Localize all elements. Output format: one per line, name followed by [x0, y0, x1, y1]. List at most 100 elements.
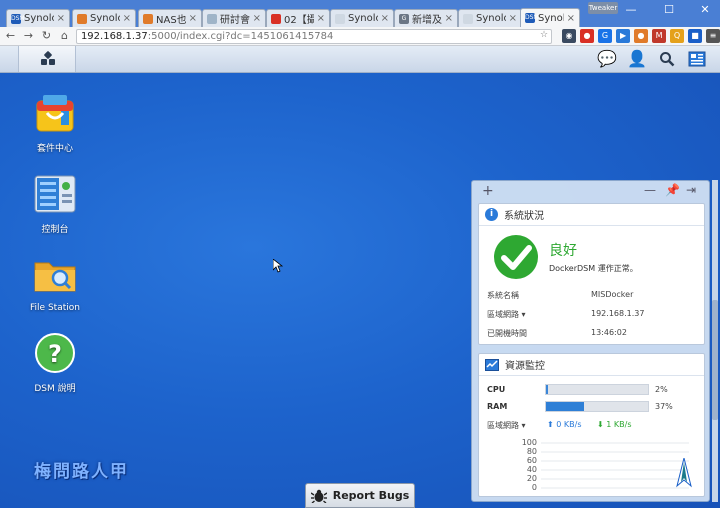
tab-close-icon[interactable]: ×: [253, 13, 261, 24]
tab-close-icon[interactable]: ×: [189, 13, 197, 24]
tab-close-icon[interactable]: ×: [57, 13, 65, 24]
forward-button[interactable]: →: [21, 28, 36, 44]
system-name-label: 系統名稱: [487, 291, 519, 300]
tab-label: Synolog: [476, 13, 506, 24]
resource-monitor-header: 資源監控: [479, 354, 704, 376]
widget-scrollbar[interactable]: [710, 180, 720, 502]
system-name-value: MISDocker: [591, 290, 634, 299]
close-window-button[interactable]: ✕: [692, 2, 718, 18]
cpu-bar-fill: [546, 385, 549, 394]
profile-badge[interactable]: Tweaker: [588, 2, 618, 14]
monitor-icon: [485, 358, 499, 371]
back-button[interactable]: ←: [3, 28, 18, 44]
health-status-text: 良好: [549, 243, 577, 259]
tab-label: Synology: [538, 12, 564, 24]
notification-icon[interactable]: 💬: [596, 49, 618, 69]
desktop-icon-file-station[interactable]: File Station: [10, 253, 100, 313]
address-bar[interactable]: 192.168.1.37:5000/index.cgi?dc=145106141…: [75, 28, 553, 44]
network-dropdown[interactable]: 區域網路 ▾: [487, 420, 526, 431]
tab-favicon-icon: DSM: [525, 13, 539, 23]
chart-tick-label: 80: [526, 447, 537, 456]
main-menu-icon: [41, 50, 55, 66]
maximize-button[interactable]: ☐: [656, 2, 682, 18]
spinner-logo-icon: [676, 458, 692, 488]
system-health-header: i 系統狀況: [479, 204, 704, 226]
lan-dropdown[interactable]: 區域網路 ▾: [487, 309, 526, 320]
browser-tab-strip: Tweaker — ☐ ✕ DSMSynology×Synolog×NAS也可×…: [0, 0, 720, 27]
ext-4-icon[interactable]: ▶: [616, 29, 631, 43]
main-menu-button[interactable]: [18, 46, 76, 72]
widget-toolbar: + — 📌 ⇥: [472, 181, 709, 201]
browser-tab[interactable]: NAS也可×: [138, 9, 202, 27]
tab-close-icon[interactable]: ×: [381, 13, 389, 24]
desktop-icon-dsm-help[interactable]: ? DSM 說明: [10, 331, 100, 394]
ram-bar-fill: [546, 402, 584, 411]
download-rate: ⬇ 1 KB/s: [597, 420, 631, 429]
tab-label: NAS也可: [156, 15, 186, 26]
uptime-label: 已開機時間: [487, 329, 527, 338]
mouse-cursor-icon: [273, 259, 283, 273]
desktop-icon-package-center[interactable]: 套件中心: [10, 91, 100, 154]
system-health-card: i 系統狀況 良好 DockerDSM 運作正常。 系統名稱 MISDocker…: [478, 203, 705, 345]
browser-tab[interactable]: 02【攝影×: [266, 9, 330, 27]
tab-favicon-icon: [335, 13, 345, 24]
ext-5-icon[interactable]: ●: [634, 29, 649, 43]
reload-button[interactable]: ↻: [39, 28, 54, 44]
ext-8-icon[interactable]: ■: [688, 29, 703, 43]
browser-tab[interactable]: G新增及刪×: [394, 9, 458, 27]
bookmark-star-icon[interactable]: ☆: [540, 30, 548, 40]
ext-7-icon[interactable]: Q: [670, 29, 685, 43]
minimize-widgets-button[interactable]: —: [644, 183, 656, 197]
ext-2-icon[interactable]: ●: [580, 29, 595, 43]
minimize-button[interactable]: —: [618, 2, 644, 18]
desktop-icon-control-panel[interactable]: 控制台: [10, 172, 100, 235]
resource-monitor-card: 資源監控 CPU 2% RAM 37% 區域網路 ▾ ⬆ 0 KB/s ⬇ 1 …: [478, 353, 705, 497]
report-bugs-button[interactable]: Report Bugs: [305, 483, 415, 508]
browser-tab[interactable]: DSMSynology×: [520, 8, 580, 27]
widgets-toggle-icon[interactable]: [686, 49, 708, 69]
file-station-icon: [33, 253, 77, 297]
add-widget-button[interactable]: +: [482, 183, 494, 199]
address-path: :5000/index.cgi?dc=1451061415784: [147, 30, 334, 42]
home-button[interactable]: ⌂: [57, 28, 72, 44]
network-chart: [541, 442, 689, 489]
tab-close-icon[interactable]: ×: [445, 13, 453, 24]
ext-1-icon[interactable]: ◉: [562, 29, 577, 43]
ext-9-icon[interactable]: ≡: [706, 29, 720, 43]
tab-close-icon[interactable]: ×: [567, 13, 575, 24]
uptime-value: 13:46:02: [591, 328, 627, 337]
tab-close-icon[interactable]: ×: [317, 13, 325, 24]
browser-tab[interactable]: Synolog×: [458, 9, 522, 27]
package-center-icon: [33, 91, 77, 135]
tab-label: Synology: [24, 13, 54, 24]
tab-label: 研討會刪: [220, 15, 250, 26]
control-panel-icon: [33, 172, 77, 216]
collapse-widgets-button[interactable]: ⇥: [686, 183, 696, 197]
ram-value: 37%: [655, 402, 673, 411]
tab-favicon-icon: [143, 13, 153, 24]
browser-tab[interactable]: DSMSynology×: [6, 9, 70, 27]
desktop-icon-label: 套件中心: [36, 144, 73, 154]
download-rate-value: 1 KB/s: [606, 420, 632, 429]
chart-tick-label: 20: [526, 474, 537, 483]
desktop-icon-label: 控制台: [41, 225, 69, 235]
browser-tab[interactable]: 研討會刪×: [202, 9, 266, 27]
tab-close-icon[interactable]: ×: [123, 13, 131, 24]
desktop-icon-label: File Station: [30, 303, 80, 313]
ram-label: RAM: [487, 402, 508, 411]
tab-close-icon[interactable]: ×: [509, 13, 517, 24]
tab-label: Synolog: [348, 13, 378, 24]
help-icon: ?: [33, 331, 77, 375]
ext-6-icon[interactable]: M: [652, 29, 667, 43]
browser-tab[interactable]: Synolog×: [330, 9, 394, 27]
info-icon: i: [485, 208, 498, 221]
upload-rate: ⬆ 0 KB/s: [547, 420, 581, 429]
user-icon[interactable]: 👤: [626, 49, 648, 69]
status-ok-icon: [494, 235, 538, 279]
tab-label: 新增及刪: [412, 15, 442, 26]
cpu-label: CPU: [487, 385, 506, 394]
ext-3-icon[interactable]: G: [598, 29, 613, 43]
browser-tab[interactable]: Synolog×: [72, 9, 136, 27]
search-icon[interactable]: [656, 49, 678, 69]
pin-icon[interactable]: 📌: [665, 183, 680, 197]
